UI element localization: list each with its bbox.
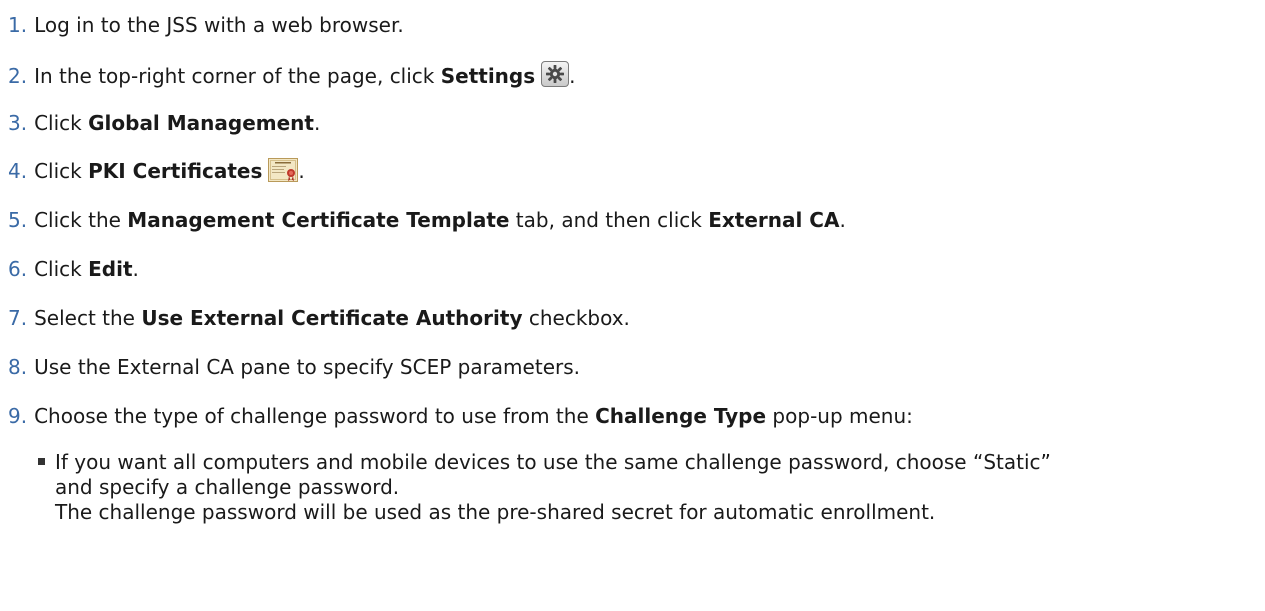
step-bold: Global Management: [88, 111, 314, 135]
certificate-icon: [268, 158, 299, 182]
step-text: In the top-right corner of the page, cli…: [34, 64, 441, 88]
step-bold-2: External CA: [708, 208, 840, 232]
step-8: 8. Use the External CA pane to specify SC…: [8, 354, 580, 380]
step-bold: Challenge Type: [595, 404, 767, 428]
step-4: 4. Click PKI Certificates.: [8, 158, 305, 184]
step-text: Log in to the JSS with a web browser.: [34, 13, 404, 37]
step-text: Click: [34, 257, 89, 281]
step-bold: Edit: [88, 257, 133, 281]
step-text-end: checkbox.: [522, 306, 630, 330]
step-bold: Management Certificate Template: [127, 208, 510, 232]
challenge-options: If you want all computers and mobile dev…: [38, 450, 1238, 525]
step-5: 5. Click the Management Certificate Templ…: [8, 207, 846, 233]
step-text: Select the: [34, 306, 142, 330]
option-text-line-2: and specify a challenge password.: [55, 475, 400, 499]
step-text-end: pop-up menu:: [766, 404, 913, 428]
step-1: 1. Log in to the JSS with a web browser.: [8, 12, 404, 38]
step-text-end: .: [132, 257, 139, 281]
step-text-mid: tab, and then click: [509, 208, 709, 232]
gear-icon: [541, 61, 570, 87]
step-number: 7.: [8, 306, 28, 330]
step-text-end: .: [839, 208, 846, 232]
step-text: Click the: [34, 208, 128, 232]
step-text-end: .: [313, 111, 321, 135]
bullet-icon: [38, 458, 45, 465]
step-number: 1.: [8, 13, 28, 37]
step-bold: PKI Certificates: [88, 159, 263, 183]
step-text: Click: [34, 111, 89, 135]
step-text: Use the External CA pane to specify SCEP…: [34, 355, 580, 379]
step-6: 6. Click Edit.: [8, 256, 139, 282]
option-text-line-3: The challenge password will be used as t…: [55, 500, 936, 524]
step-text-end: .: [298, 159, 305, 183]
step-number: 6.: [8, 257, 28, 281]
step-text: Choose the type of challenge password to…: [34, 404, 596, 428]
step-text-end: .: [569, 64, 576, 88]
step-7: 7. Select the Use External Certificate Au…: [8, 305, 630, 331]
step-number: 5.: [8, 208, 28, 232]
step-text: Click: [34, 159, 89, 183]
list-item: If you want all computers and mobile dev…: [38, 450, 1238, 475]
step-number: 9.: [8, 404, 28, 428]
step-9: 9. Choose the type of challenge password …: [8, 403, 913, 429]
option-text-line-1: If you want all computers and mobile dev…: [55, 450, 1051, 474]
step-bold: Use External Certificate Authority: [141, 306, 523, 330]
step-bold: Settings: [440, 64, 536, 88]
step-number: 4.: [8, 159, 28, 183]
step-number: 2.: [8, 64, 28, 88]
step-number: 8.: [8, 355, 28, 379]
step-2: 2. In the top-right corner of the page, c…: [8, 61, 576, 89]
step-number: 3.: [8, 111, 28, 135]
step-3: 3. Click Global Management.: [8, 110, 320, 136]
